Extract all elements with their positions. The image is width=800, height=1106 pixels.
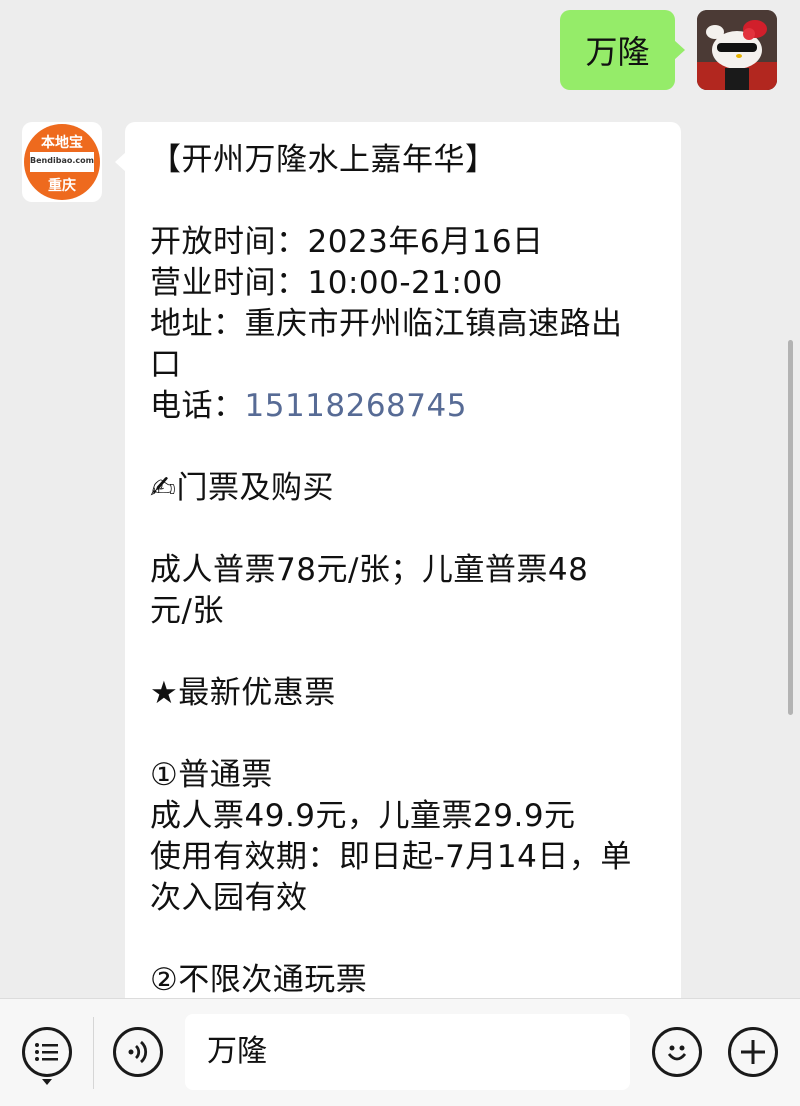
message-line: ★最新优惠票 xyxy=(150,675,336,711)
message-line: 营业时间：10:00-21:00 xyxy=(150,265,503,301)
message-body: 【开州万隆水上嘉年华】 开放时间：2023年6月16日 营业时间：10:00-2… xyxy=(150,140,670,1001)
bendibao-avatar[interactable]: 本地宝 Bendibao.com 重庆 xyxy=(22,122,102,202)
hello-kitty-avatar-icon xyxy=(697,10,777,90)
message-line: 口 xyxy=(150,347,182,383)
outgoing-message-text: 万隆 xyxy=(585,33,650,71)
message-line: ✍门票及购买 xyxy=(150,470,334,506)
plus-button[interactable] xyxy=(728,1027,778,1077)
voice-icon xyxy=(128,1040,148,1064)
emoji-icon xyxy=(667,1045,687,1061)
message-line: 【开州万隆水上嘉年华】 xyxy=(150,142,497,178)
message-line: ①普通票 xyxy=(150,757,273,793)
list-menu-icon xyxy=(35,1043,58,1061)
menu-button[interactable] xyxy=(22,1027,72,1077)
voice-button[interactable] xyxy=(113,1027,163,1077)
phone-line: 电话：15118268745 xyxy=(150,386,670,427)
message-line: 成人票49.9元，儿童票29.9元 xyxy=(150,798,576,834)
my-avatar[interactable] xyxy=(697,10,777,90)
logo-bottom-text: 重庆 xyxy=(48,178,76,194)
message-line: ②不限次通玩票 xyxy=(150,962,368,998)
message-line: 次入园有效 xyxy=(150,880,308,916)
chat-scrollbar[interactable] xyxy=(788,340,793,715)
emoji-button[interactable] xyxy=(652,1027,702,1077)
message-line: 元/张 xyxy=(150,593,224,629)
message-line: 成人普票78元/张；儿童普票48 xyxy=(150,552,589,588)
message-line: 地址：重庆市开州临江镇高速路出 xyxy=(150,306,623,342)
menu-caret-icon xyxy=(42,1079,52,1085)
phone-label: 电话： xyxy=(150,388,245,424)
logo-sub-text: Bendibao.com xyxy=(30,156,94,165)
incoming-message-bubble[interactable]: 【开州万隆水上嘉年华】 开放时间：2023年6月16日 营业时间：10:00-2… xyxy=(115,122,681,1022)
logo-top-text: 本地宝 xyxy=(41,135,83,151)
message-line: 使用有效期：即日起-7月14日，单 xyxy=(150,839,632,875)
input-bar: 万隆 xyxy=(0,998,800,1106)
divider xyxy=(93,1017,94,1089)
outgoing-message-bubble[interactable]: 万隆 xyxy=(560,10,685,90)
plus-icon xyxy=(741,1040,765,1064)
message-line: 开放时间：2023年6月16日 xyxy=(150,224,544,260)
phone-number-link[interactable]: 15118268745 xyxy=(245,388,467,424)
message-input[interactable]: 万隆 xyxy=(185,1014,630,1090)
